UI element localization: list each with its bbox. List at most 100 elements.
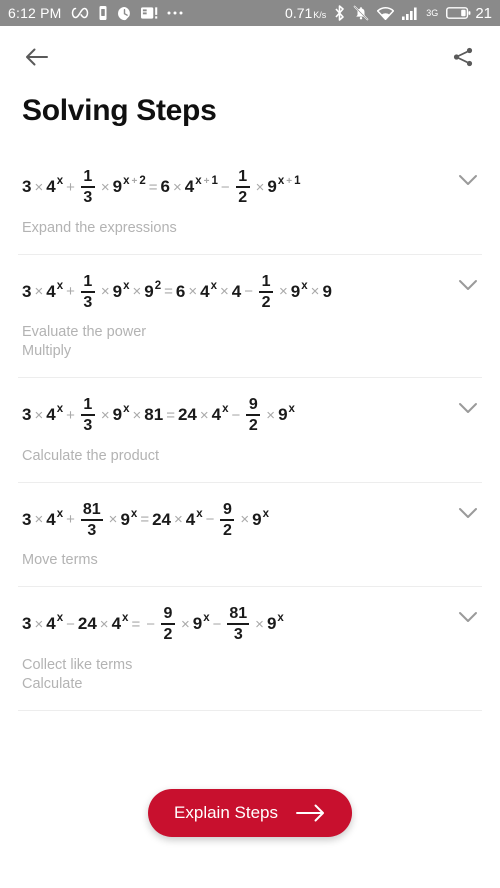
chevron-down-icon — [459, 507, 477, 518]
math-token: x — [123, 403, 130, 416]
math-token: × — [34, 283, 44, 301]
math-token: 4 — [111, 614, 122, 634]
infinity-icon — [71, 6, 89, 20]
math-token: 4 — [184, 177, 195, 197]
math-token: 9 — [144, 281, 154, 301]
math-token: 9 — [192, 614, 203, 634]
math-token: 9 — [163, 605, 173, 623]
expand-step-button[interactable] — [444, 483, 478, 519]
math-token: x — [56, 175, 64, 188]
status-bar-left: 6:12 PM — [8, 5, 183, 21]
math-token: 6 — [160, 177, 170, 197]
math-token: x — [262, 507, 270, 520]
exponent: x +2 — [123, 175, 146, 187]
equation-1: 3 × 4x + 13 × 9 x +2 = 6 × 4 x +1 − 12 × 9 x +… — [22, 150, 444, 207]
math-token: x — [203, 612, 210, 625]
math-token: 81 — [144, 405, 164, 425]
math-token: 3 — [87, 521, 97, 539]
math-token: x — [196, 507, 203, 520]
math-token: = — [148, 178, 158, 196]
math-token: × — [266, 406, 276, 424]
math-token: 3 — [22, 281, 32, 301]
fraction-bar — [246, 414, 261, 417]
math-token: × — [100, 178, 110, 196]
exponent: x +1 — [278, 175, 301, 187]
math-token: x — [288, 403, 295, 416]
math-token: = — [166, 406, 175, 424]
step-hint: Calculate the product — [22, 447, 160, 464]
sim-card-icon — [140, 6, 158, 20]
math-token: × — [34, 615, 44, 633]
back-button[interactable] — [22, 42, 52, 72]
explain-steps-button[interactable]: Explain Steps — [148, 789, 352, 837]
expand-step-button[interactable] — [444, 255, 478, 291]
arrow-left-icon — [26, 48, 48, 66]
math-token: x — [123, 175, 130, 188]
math-token: 9 — [267, 177, 277, 197]
step-item[interactable]: 3 × 4x + 13 × 9x × 92 = 6 × 4x × 4 − 12 — [0, 255, 500, 378]
math-token: 2 — [261, 293, 271, 311]
fraction-bar — [80, 414, 95, 417]
step-item[interactable]: 3 × 4x + 13 × 9x × 81 = 24 × 4x − 92 × 9 — [0, 378, 500, 482]
math-token: 9 — [222, 500, 232, 518]
math-token: × — [108, 511, 118, 529]
app-bar — [0, 26, 500, 88]
step-row: 3 × 4x − 24 × 4x = − 92 × 9x − 81 3 × 9x — [22, 587, 478, 644]
expand-step-button[interactable] — [444, 150, 478, 186]
math-token: 4 — [46, 614, 56, 634]
explain-steps-label: Explain Steps — [174, 803, 278, 822]
math-token: 2 — [238, 189, 248, 207]
fraction-bar — [259, 290, 274, 293]
math-token: 3 — [22, 509, 32, 529]
step-item[interactable]: 3 × 4x + 13 × 9 x +2 = 6 × 4 x +1 − 12 × 9 x +… — [0, 150, 500, 254]
math-token: x — [130, 507, 138, 520]
math-token: 9 — [112, 405, 123, 425]
network-type: 3G — [426, 8, 439, 18]
math-token: x — [56, 403, 64, 416]
math-token: = — [131, 615, 141, 633]
step-hint: Evaluate the power Multiply — [22, 311, 478, 377]
math-token: 2 — [154, 279, 162, 292]
share-button[interactable] — [448, 42, 478, 72]
math-token: + — [286, 176, 293, 188]
math-token: + — [66, 511, 75, 529]
equation-5: 3 × 4x − 24 × 4x = − 92 × 9x − 81 3 × 9x — [22, 587, 444, 644]
step-item[interactable]: 3 × 4x + 81 3 × 9x = 24 × 4x − 92 × 9x M… — [0, 483, 500, 587]
page-title: Solving Steps — [22, 94, 217, 127]
math-token: − — [205, 511, 215, 529]
fraction-bar — [235, 186, 250, 189]
math-token: x — [277, 612, 284, 625]
math-token: 6 — [175, 281, 186, 301]
math-token: x — [195, 175, 202, 188]
step-item[interactable]: 3 × 4x − 24 × 4x = − 92 × 9x − 813 × 9x — [0, 587, 500, 710]
chevron-down-icon — [459, 403, 477, 414]
math-token: 2 — [222, 521, 232, 539]
steps-list: 3 × 4x + 13 × 9 x +2 = 6 × 4 x +1 − 12 × 9 x +… — [0, 150, 500, 711]
math-token: × — [180, 615, 190, 633]
fraction-bar — [160, 623, 175, 626]
step-hint: Move terms — [22, 552, 98, 569]
math-token: × — [100, 406, 110, 424]
math-token: × — [255, 178, 265, 196]
math-token: + — [203, 176, 210, 188]
expand-step-button[interactable] — [444, 587, 478, 623]
alarm-icon — [117, 6, 132, 21]
network-speed-value: 0.71 — [285, 5, 313, 21]
fraction: 81 3 — [80, 501, 103, 540]
math-token: x — [56, 507, 64, 520]
step-row: 3 × 4x + 13 × 9 x +2 = 6 × 4 x +1 − 12 × 9 x +… — [22, 150, 478, 207]
math-token: × — [132, 283, 142, 301]
fraction: 12 — [259, 273, 274, 312]
math-token: 4 — [200, 281, 210, 301]
math-token: × — [132, 406, 142, 424]
math-token: 9 — [266, 614, 277, 634]
math-token: = — [140, 511, 150, 529]
fraction-bar — [80, 518, 103, 521]
vibrate-icon — [98, 5, 108, 21]
math-token: 3 — [22, 405, 32, 425]
expand-step-button[interactable] — [444, 378, 478, 414]
math-token: × — [99, 615, 109, 633]
math-token: − — [66, 615, 75, 633]
math-token: 9 — [252, 509, 262, 529]
fraction-bar — [220, 518, 235, 521]
